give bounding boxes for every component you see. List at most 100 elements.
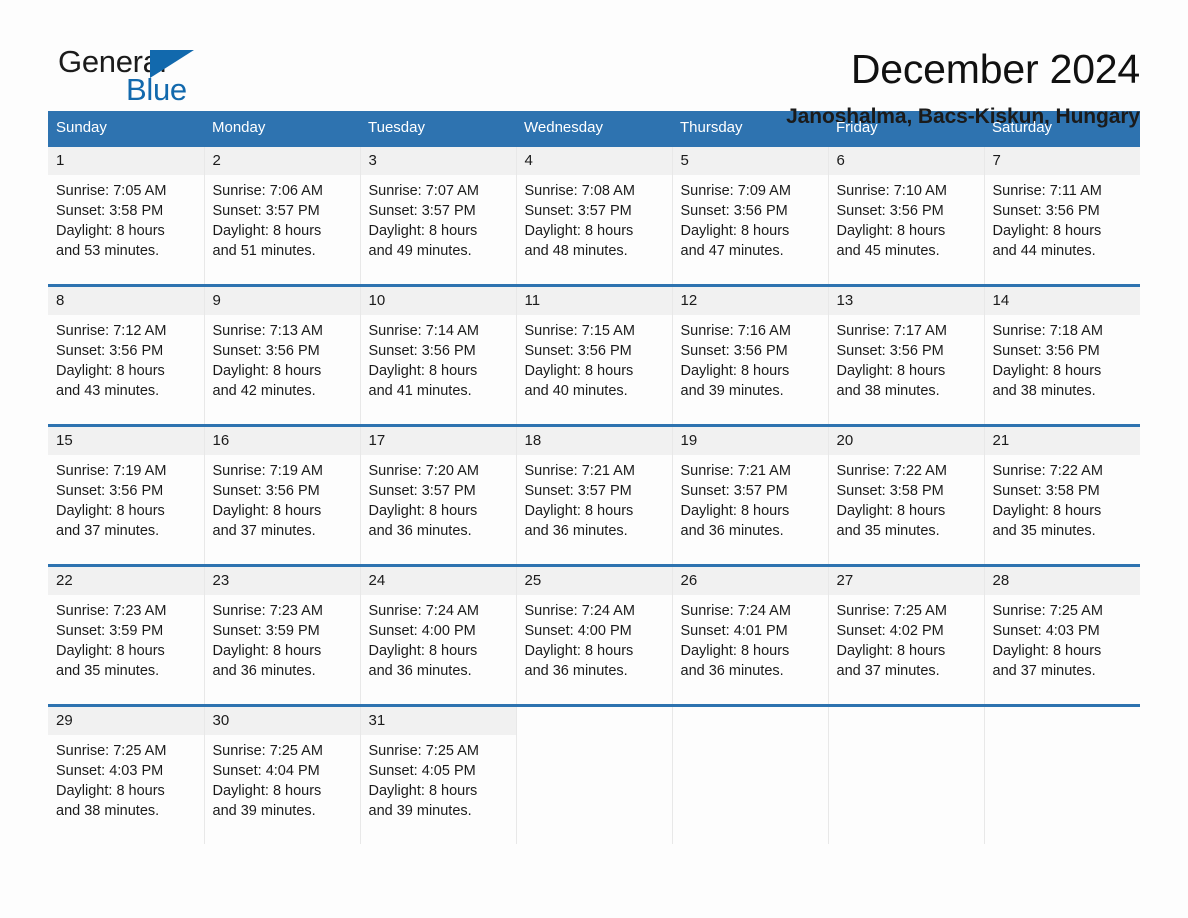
sunset-text: Sunset: 4:01 PM: [680, 623, 788, 639]
sunset-text: Sunset: 3:57 PM: [524, 203, 632, 219]
day-number: 10: [360, 287, 516, 315]
daylight-text-line2: and 37 minutes.: [56, 523, 160, 539]
day-cell[interactable]: 22 Sunrise: 7:23 AM Sunset: 3:59 PM Dayl…: [48, 565, 205, 706]
day-number: 31: [360, 707, 516, 735]
sunset-text: Sunset: 3:56 PM: [992, 343, 1100, 359]
sunrise-text: Sunrise: 7:21 AM: [680, 463, 791, 479]
day-cell[interactable]: 6 Sunrise: 7:10 AM Sunset: 3:56 PM Dayli…: [827, 145, 985, 286]
day-cell[interactable]: 30 Sunrise: 7:25 AM Sunset: 4:04 PM Dayl…: [203, 705, 361, 844]
sunrise-text: Sunrise: 7:24 AM: [680, 603, 791, 619]
day-cell[interactable]: 12 Sunrise: 7:16 AM Sunset: 3:56 PM Dayl…: [671, 285, 829, 426]
sunset-text: Sunset: 3:57 PM: [368, 483, 476, 499]
daylight-text-line1: Daylight: 8 hours: [368, 363, 478, 379]
day-info: Sunrise: 7:05 AM Sunset: 3:58 PM Dayligh…: [48, 175, 204, 284]
day-number: 7: [984, 147, 1140, 175]
daylight-text-line1: Daylight: 8 hours: [524, 223, 634, 239]
daylight-text-line2: and 43 minutes.: [56, 383, 160, 399]
daylight-text-line2: and 36 minutes.: [212, 663, 316, 679]
calendar-week-row: 22 Sunrise: 7:23 AM Sunset: 3:59 PM Dayl…: [48, 565, 1141, 706]
daylight-text-line1: Daylight: 8 hours: [524, 503, 634, 519]
day-cell[interactable]: 26 Sunrise: 7:24 AM Sunset: 4:01 PM Dayl…: [671, 565, 829, 706]
day-info: Sunrise: 7:12 AM Sunset: 3:56 PM Dayligh…: [48, 315, 204, 424]
sunrise-text: Sunrise: 7:08 AM: [524, 183, 635, 199]
sunset-text: Sunset: 3:59 PM: [56, 623, 164, 639]
sunset-text: Sunset: 3:56 PM: [212, 343, 320, 359]
day-info: Sunrise: 7:24 AM Sunset: 4:01 PM Dayligh…: [673, 595, 828, 704]
sunrise-text: Sunrise: 7:22 AM: [836, 463, 947, 479]
daylight-text-line1: Daylight: 8 hours: [368, 223, 478, 239]
sunrise-sunset-calendar: Sunday Monday Tuesday Wednesday Thursday…: [48, 111, 1140, 844]
daylight-text-line2: and 35 minutes.: [56, 663, 160, 679]
day-cell[interactable]: 2 Sunrise: 7:06 AM Sunset: 3:57 PM Dayli…: [203, 145, 361, 286]
day-info: Sunrise: 7:06 AM Sunset: 3:57 PM Dayligh…: [205, 175, 360, 284]
day-cell[interactable]: 28 Sunrise: 7:25 AM Sunset: 4:03 PM Dayl…: [983, 565, 1141, 706]
sunrise-text: Sunrise: 7:16 AM: [680, 323, 791, 339]
day-cell[interactable]: 1 Sunrise: 7:05 AM Sunset: 3:58 PM Dayli…: [48, 145, 205, 286]
day-number: 11: [516, 287, 672, 315]
day-cell[interactable]: 15 Sunrise: 7:19 AM Sunset: 3:56 PM Dayl…: [48, 425, 205, 566]
daylight-text-line2: and 36 minutes.: [680, 523, 784, 539]
day-cell[interactable]: 11 Sunrise: 7:15 AM Sunset: 3:56 PM Dayl…: [515, 285, 673, 426]
day-cell[interactable]: 7 Sunrise: 7:11 AM Sunset: 3:56 PM Dayli…: [983, 145, 1140, 286]
day-number: 23: [204, 567, 360, 595]
day-cell[interactable]: 8 Sunrise: 7:12 AM Sunset: 3:56 PM Dayli…: [48, 285, 205, 426]
day-cell[interactable]: 17 Sunrise: 7:20 AM Sunset: 3:57 PM Dayl…: [359, 425, 517, 566]
day-cell[interactable]: 18 Sunrise: 7:21 AM Sunset: 3:57 PM Dayl…: [515, 425, 673, 566]
day-cell[interactable]: 4 Sunrise: 7:08 AM Sunset: 3:57 PM Dayli…: [515, 145, 673, 286]
daylight-text-line1: Daylight: 8 hours: [368, 783, 478, 799]
daylight-text-line1: Daylight: 8 hours: [368, 503, 478, 519]
calendar-week-row: 15 Sunrise: 7:19 AM Sunset: 3:56 PM Dayl…: [48, 425, 1140, 566]
daylight-text-line2: and 53 minutes.: [56, 243, 160, 259]
day-cell[interactable]: 13 Sunrise: 7:17 AM Sunset: 3:56 PM Dayl…: [827, 285, 985, 426]
daylight-text-line2: and 37 minutes.: [212, 523, 316, 539]
sunset-text: Sunset: 3:57 PM: [524, 483, 632, 499]
day-cell[interactable]: 31 Sunrise: 7:25 AM Sunset: 4:05 PM Dayl…: [359, 705, 517, 844]
sunset-text: Sunset: 3:56 PM: [212, 483, 320, 499]
day-cell-empty: [671, 705, 829, 844]
day-cell[interactable]: 3 Sunrise: 7:07 AM Sunset: 3:57 PM Dayli…: [359, 145, 517, 286]
day-number: 15: [48, 427, 204, 455]
day-number: 28: [984, 567, 1140, 595]
sunset-text: Sunset: 3:56 PM: [680, 203, 788, 219]
title-block: December 2024 Janoshalma, Bacs-Kiskun, H…: [248, 46, 1140, 129]
sunset-text: Sunset: 3:58 PM: [992, 483, 1100, 499]
sunrise-text: Sunrise: 7:14 AM: [368, 323, 479, 339]
sunrise-text: Sunrise: 7:09 AM: [680, 183, 791, 199]
daylight-text-line2: and 39 minutes.: [680, 383, 784, 399]
day-cell[interactable]: 16 Sunrise: 7:19 AM Sunset: 3:56 PM Dayl…: [203, 425, 361, 566]
sunrise-text: Sunrise: 7:25 AM: [368, 743, 479, 759]
day-cell[interactable]: 24 Sunrise: 7:24 AM Sunset: 4:00 PM Dayl…: [359, 565, 517, 706]
day-cell[interactable]: 21 Sunrise: 7:22 AM Sunset: 3:58 PM Dayl…: [983, 425, 1140, 566]
day-cell[interactable]: 27 Sunrise: 7:25 AM Sunset: 4:02 PM Dayl…: [827, 565, 985, 706]
daylight-text-line1: Daylight: 8 hours: [212, 783, 322, 799]
day-cell[interactable]: 10 Sunrise: 7:14 AM Sunset: 3:56 PM Dayl…: [359, 285, 517, 426]
sunset-text: Sunset: 3:56 PM: [836, 203, 944, 219]
calendar-week-row: 1 Sunrise: 7:05 AM Sunset: 3:58 PM Dayli…: [48, 145, 1140, 286]
day-number: 9: [204, 287, 360, 315]
daylight-text-line1: Daylight: 8 hours: [836, 223, 946, 239]
day-cell[interactable]: 20 Sunrise: 7:22 AM Sunset: 3:58 PM Dayl…: [827, 425, 985, 566]
daylight-text-line2: and 36 minutes.: [368, 663, 472, 679]
generalblue-logo[interactable]: General Blue: [48, 46, 248, 108]
daylight-text-line1: Daylight: 8 hours: [56, 503, 165, 519]
day-info: Sunrise: 7:23 AM Sunset: 3:59 PM Dayligh…: [205, 595, 360, 704]
daylight-text-line1: Daylight: 8 hours: [992, 643, 1102, 659]
day-info: Sunrise: 7:25 AM Sunset: 4:03 PM Dayligh…: [985, 595, 1141, 704]
weekday-header-sunday: Sunday: [48, 111, 204, 146]
daylight-text-line1: Daylight: 8 hours: [992, 223, 1102, 239]
daylight-text-line1: Daylight: 8 hours: [212, 363, 322, 379]
day-cell[interactable]: 14 Sunrise: 7:18 AM Sunset: 3:56 PM Dayl…: [983, 285, 1140, 426]
sunset-text: Sunset: 3:57 PM: [368, 203, 476, 219]
day-cell[interactable]: 5 Sunrise: 7:09 AM Sunset: 3:56 PM Dayli…: [671, 145, 829, 286]
day-cell[interactable]: 19 Sunrise: 7:21 AM Sunset: 3:57 PM Dayl…: [671, 425, 829, 566]
day-cell[interactable]: 25 Sunrise: 7:24 AM Sunset: 4:00 PM Dayl…: [515, 565, 673, 706]
day-cell-empty: [983, 705, 1140, 844]
day-info: Sunrise: 7:23 AM Sunset: 3:59 PM Dayligh…: [48, 595, 204, 704]
day-cell[interactable]: 29 Sunrise: 7:25 AM Sunset: 4:03 PM Dayl…: [48, 705, 205, 844]
day-info: Sunrise: 7:22 AM Sunset: 3:58 PM Dayligh…: [829, 455, 984, 564]
day-cell[interactable]: 9 Sunrise: 7:13 AM Sunset: 3:56 PM Dayli…: [203, 285, 361, 426]
day-number: 30: [204, 707, 360, 735]
day-number: [828, 707, 984, 735]
day-info: Sunrise: 7:24 AM Sunset: 4:00 PM Dayligh…: [517, 595, 672, 704]
day-cell[interactable]: 23 Sunrise: 7:23 AM Sunset: 3:59 PM Dayl…: [203, 565, 361, 706]
